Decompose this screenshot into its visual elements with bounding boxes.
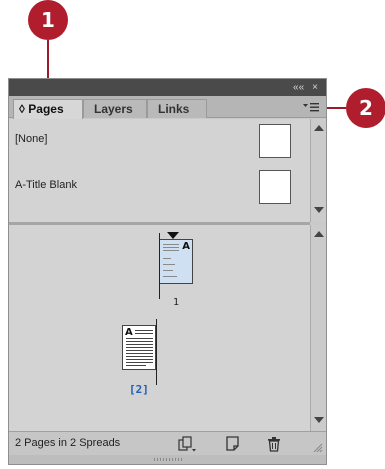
resize-grip-icon[interactable] <box>311 440 323 453</box>
grip-dots <box>154 458 184 461</box>
master-label: A-Title Blank <box>15 179 77 191</box>
panel-bottom-grip[interactable] <box>9 455 326 464</box>
callout-1: 1 <box>28 0 68 40</box>
tab-layers-label: Layers <box>94 102 133 116</box>
page-thumbnail[interactable]: A <box>122 325 156 370</box>
callout-2: 2 <box>346 88 385 128</box>
edit-page-size-icon[interactable] <box>178 436 196 452</box>
master-row-a-title-blank[interactable]: A-Title Blank <box>9 167 310 207</box>
new-page-icon[interactable] <box>225 436 241 452</box>
panel-statusbar: 2 Pages in 2 Spreads <box>9 431 326 455</box>
trash-icon[interactable] <box>266 436 282 452</box>
master-prefix: A <box>125 327 133 338</box>
pages-section: A 1 A [2] <box>9 225 310 431</box>
page-thumbnail[interactable]: A <box>159 239 193 284</box>
tab-pages-label: ◊ Pages <box>19 102 64 116</box>
tab-links-label: Links <box>158 102 190 116</box>
panel-menu-icon[interactable] <box>302 100 320 114</box>
master-prefix: A <box>182 241 190 252</box>
scroll-down-icon[interactable] <box>314 207 324 213</box>
spread-spine <box>159 233 160 299</box>
close-panel-icon[interactable]: × <box>312 82 318 93</box>
page-count-status: 2 Pages in 2 Spreads <box>15 437 121 449</box>
callout-1-leader <box>47 40 49 78</box>
masters-scrollbar[interactable] <box>310 119 326 222</box>
callout-2-leader <box>326 107 346 109</box>
collapse-panel-icon[interactable]: «« <box>293 82 304 93</box>
pages-panel: «« × ◊ Pages Layers Links [None] A-Title… <box>8 78 327 465</box>
tab-layers[interactable]: Layers <box>83 99 147 118</box>
scroll-up-icon[interactable] <box>314 231 324 237</box>
masters-section: [None] A-Title Blank <box>9 119 310 222</box>
current-page-marker-icon <box>167 232 179 239</box>
tab-pages[interactable]: ◊ Pages <box>13 99 83 119</box>
master-thumbnail[interactable] <box>259 170 291 204</box>
page-number: [2] <box>129 383 149 396</box>
pages-scrollbar[interactable] <box>310 225 326 431</box>
page-number: 1 <box>173 297 180 308</box>
master-label: [None] <box>15 133 48 145</box>
master-row-none[interactable]: [None] <box>9 121 310 161</box>
scroll-up-icon[interactable] <box>314 125 324 131</box>
panel-tabbar: ◊ Pages Layers Links <box>9 96 326 119</box>
master-thumbnail[interactable] <box>259 124 291 158</box>
scroll-down-icon[interactable] <box>314 417 324 423</box>
tab-links[interactable]: Links <box>147 99 207 118</box>
panel-titlebar: «« × <box>9 79 326 96</box>
spread-spine <box>156 319 157 385</box>
